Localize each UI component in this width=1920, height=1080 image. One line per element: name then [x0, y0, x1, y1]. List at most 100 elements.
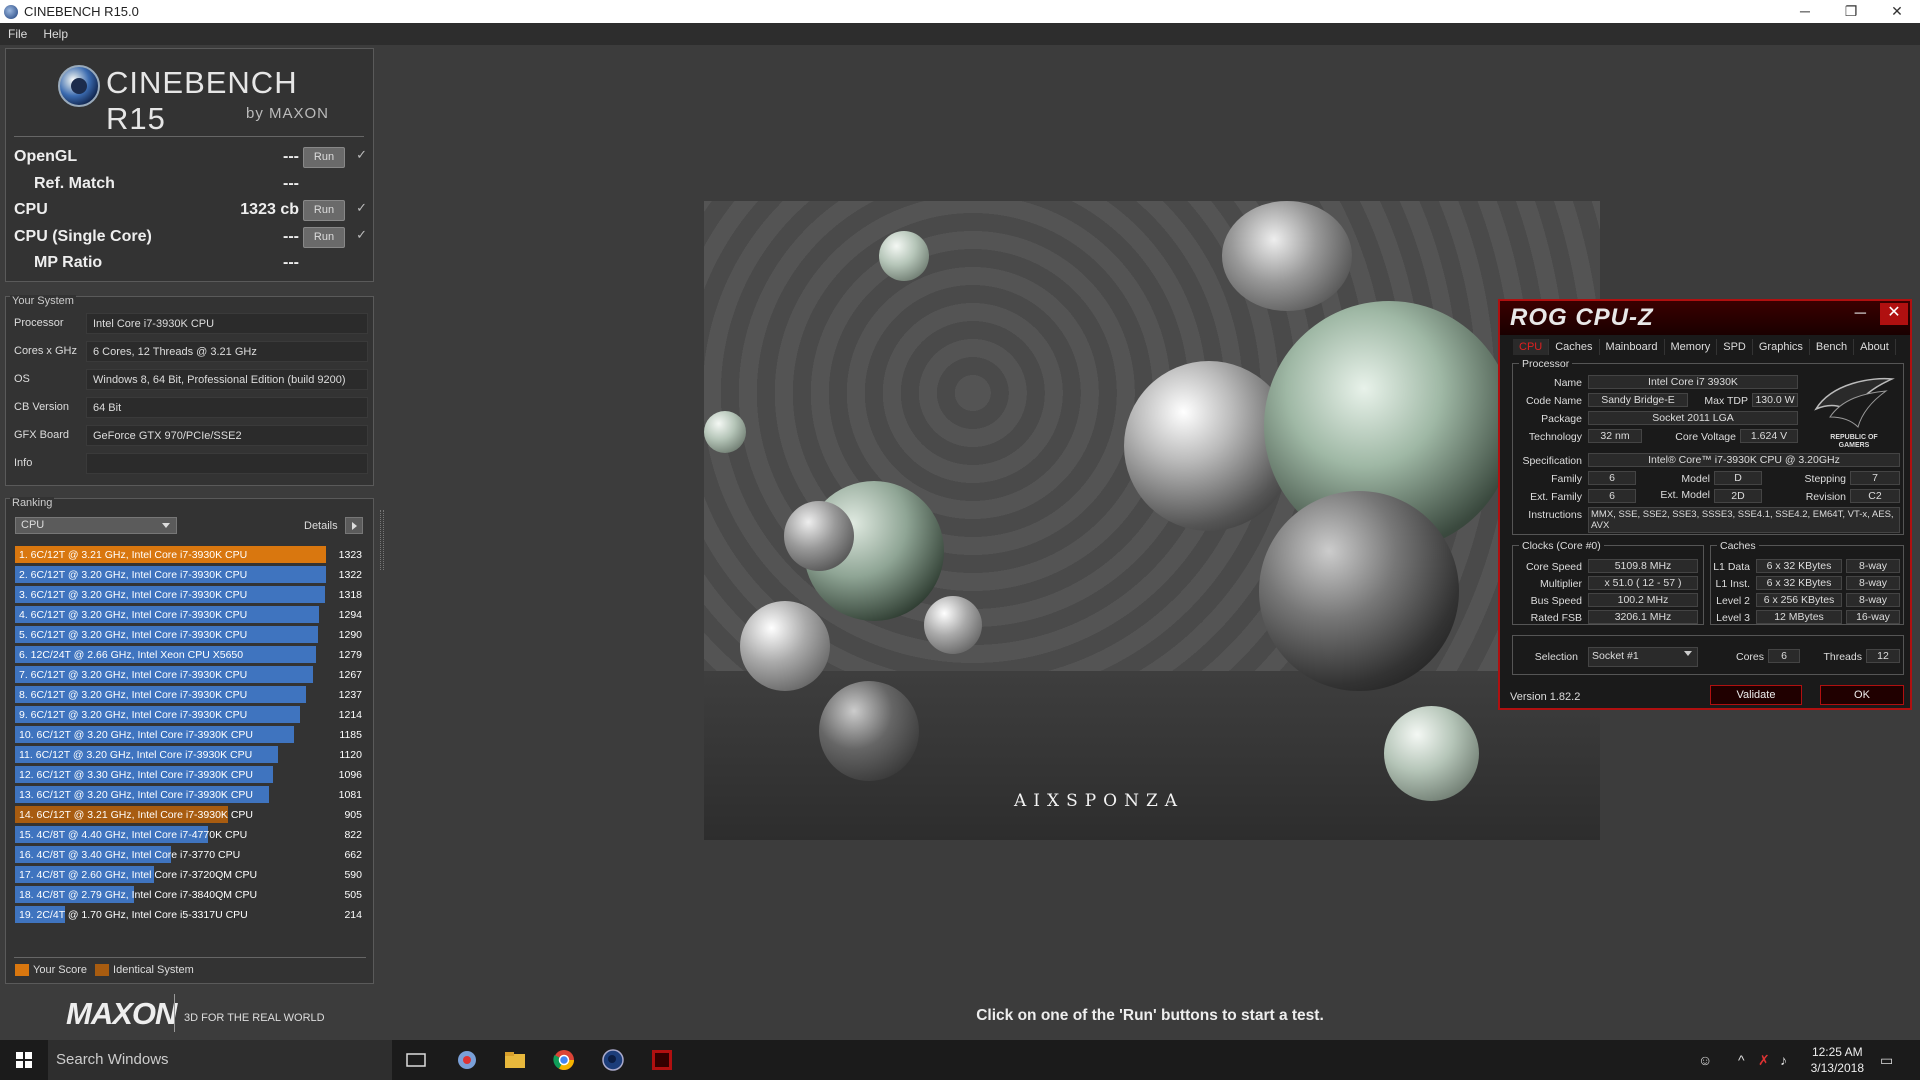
- l1-inst-label: L1 Inst.: [1715, 578, 1750, 590]
- bench-label: MP Ratio: [34, 254, 103, 271]
- ok-button[interactable]: OK: [1820, 685, 1904, 705]
- ornament-sphere-left: [740, 601, 830, 691]
- bench-value: 1323 cb: [240, 201, 299, 218]
- ranking-row[interactable]: 10. 6C/12T @ 3.20 GHz, Intel Core i7-393…: [15, 725, 366, 745]
- rog-cpuz-window: ROG CPU-Z ─ ✕ CPU Caches Mainboard Memor…: [1498, 299, 1912, 710]
- tab-memory[interactable]: Memory: [1665, 339, 1718, 355]
- sys-key: Cores x GHz: [14, 345, 77, 357]
- ranking-row[interactable]: 12. 6C/12T @ 3.30 GHz, Intel Core i7-393…: [15, 765, 366, 785]
- close-button[interactable]: ✕: [1874, 0, 1920, 23]
- rated-fsb-label: Rated FSB: [1530, 612, 1582, 624]
- run-cpu-button[interactable]: Run: [303, 200, 345, 221]
- cpuz-close-button[interactable]: ✕: [1880, 303, 1908, 325]
- info-field[interactable]: [86, 453, 368, 474]
- maximize-button[interactable]: ❐: [1828, 0, 1874, 23]
- checkmark-icon[interactable]: ✓: [356, 227, 367, 243]
- windows-start-icon[interactable]: [0, 1040, 48, 1080]
- ranking-row[interactable]: 11. 6C/12T @ 3.20 GHz, Intel Core i7-393…: [15, 745, 366, 765]
- ranking-row[interactable]: 7. 6C/12T @ 3.20 GHz, Intel Core i7-3930…: [15, 665, 366, 685]
- tab-cpu[interactable]: CPU: [1513, 339, 1550, 355]
- level-3-value: 12 MBytes: [1756, 610, 1842, 624]
- ranking-row[interactable]: 13. 6C/12T @ 3.20 GHz, Intel Core i7-393…: [15, 785, 366, 805]
- volume-icon[interactable]: ♪: [1780, 1052, 1787, 1068]
- taskbar-clock[interactable]: 12:25 AM 3/13/2018: [1811, 1044, 1864, 1076]
- sys-key: CB Version: [14, 401, 70, 413]
- ranking-row[interactable]: 1. 6C/12T @ 3.21 GHz, Intel Core i7-3930…: [15, 545, 366, 565]
- tab-mainboard[interactable]: Mainboard: [1600, 339, 1665, 355]
- ranking-label: 13. 6C/12T @ 3.20 GHz, Intel Core i7-393…: [19, 789, 253, 801]
- status-message: Click on one of the 'Run' buttons to sta…: [976, 1007, 1324, 1024]
- ranking-score: 1323: [338, 549, 362, 561]
- socket-select[interactable]: Socket #1: [1588, 647, 1698, 667]
- ranking-score: 1237: [338, 689, 362, 701]
- chrome-icon[interactable]: [552, 1048, 576, 1072]
- ranking-row[interactable]: 15. 4C/8T @ 4.40 GHz, Intel Core i7-4770…: [15, 825, 366, 845]
- ranking-label: 6. 12C/24T @ 2.66 GHz, Intel Xeon CPU X5…: [19, 649, 244, 661]
- tab-graphics[interactable]: Graphics: [1753, 339, 1810, 355]
- checkmark-icon[interactable]: ✓: [356, 147, 367, 163]
- ranking-row[interactable]: 2. 6C/12T @ 3.20 GHz, Intel Core i7-3930…: [15, 565, 366, 585]
- package-label: Package: [1541, 413, 1582, 425]
- ranking-row[interactable]: 19. 2C/4T @ 1.70 GHz, Intel Core i5-3317…: [15, 905, 366, 925]
- ranking-row[interactable]: 18. 4C/8T @ 2.79 GHz, Intel Core i7-3840…: [15, 885, 366, 905]
- mint-sphere: [1384, 706, 1479, 801]
- people-icon[interactable]: ☺: [1698, 1052, 1712, 1068]
- bench-value: ---: [283, 254, 299, 271]
- cinebench-logo-icon: [58, 65, 100, 107]
- cinebench-taskbar-icon[interactable]: [601, 1048, 625, 1072]
- ranking-row[interactable]: 9. 6C/12T @ 3.20 GHz, Intel Core i7-3930…: [15, 705, 366, 725]
- ranking-row[interactable]: 8. 6C/12T @ 3.20 GHz, Intel Core i7-3930…: [15, 685, 366, 705]
- ranking-label: 7. 6C/12T @ 3.20 GHz, Intel Core i7-3930…: [19, 669, 248, 681]
- voltage-value: 1.624 V: [1740, 429, 1798, 443]
- revision-label: Revision: [1805, 491, 1846, 503]
- cpuz-minimize-button[interactable]: ─: [1855, 305, 1866, 323]
- rog-cpuz-taskbar-icon[interactable]: [650, 1048, 674, 1072]
- cinebench-app-icon: [4, 4, 18, 19]
- svg-text:REPUBLIC OF: REPUBLIC OF: [1830, 434, 1878, 441]
- tab-bench[interactable]: Bench: [1810, 339, 1855, 355]
- sys-value: 6 Cores, 12 Threads @ 3.21 GHz: [86, 341, 368, 362]
- ranking-label: 4. 6C/12T @ 3.20 GHz, Intel Core i7-3930…: [19, 609, 248, 621]
- threads-value: 12: [1866, 649, 1900, 663]
- ranking-row[interactable]: 14. 6C/12T @ 3.21 GHz, Intel Core i7-393…: [15, 805, 366, 825]
- ranking-row[interactable]: 6. 12C/24T @ 2.66 GHz, Intel Xeon CPU X5…: [15, 645, 366, 665]
- task-view-icon[interactable]: [404, 1048, 428, 1072]
- window-titlebar: CINEBENCH R15.0 ─ ❐ ✕: [0, 0, 1920, 23]
- ranking-row[interactable]: 5. 6C/12T @ 3.20 GHz, Intel Core i7-3930…: [15, 625, 366, 645]
- tab-caches[interactable]: Caches: [1549, 339, 1600, 355]
- tab-about[interactable]: About: [1854, 339, 1896, 355]
- network-icon[interactable]: ✗: [1758, 1052, 1770, 1069]
- ranking-row[interactable]: 3. 6C/12T @ 3.20 GHz, Intel Core i7-3930…: [15, 585, 366, 605]
- clock-date: 3/13/2018: [1810, 1061, 1864, 1075]
- minimize-button[interactable]: ─: [1782, 0, 1828, 23]
- menu-help[interactable]: Help: [35, 27, 76, 41]
- tab-spd[interactable]: SPD: [1717, 339, 1753, 355]
- l1-data-value: 6 x 32 KBytes: [1756, 559, 1842, 573]
- ranking-score: 1120: [339, 749, 362, 761]
- level-3-label: Level 3: [1716, 612, 1750, 624]
- ranking-row[interactable]: 16. 4C/8T @ 3.40 GHz, Intel Core i7-3770…: [15, 845, 366, 865]
- ranking-row[interactable]: 4. 6C/12T @ 3.20 GHz, Intel Core i7-3930…: [15, 605, 366, 625]
- details-button[interactable]: [345, 517, 363, 534]
- checkmark-icon[interactable]: ✓: [356, 200, 367, 216]
- notifications-icon[interactable]: ▭: [1880, 1052, 1893, 1069]
- run-cpu-single-button[interactable]: Run: [303, 227, 345, 248]
- run-opengl-button[interactable]: Run: [303, 147, 345, 168]
- file-explorer-icon[interactable]: [503, 1048, 527, 1072]
- chevron-down-icon[interactable]: [1684, 651, 1692, 656]
- panel-resize-handle[interactable]: [380, 510, 384, 570]
- family-label: Family: [1551, 473, 1582, 485]
- menu-file[interactable]: File: [0, 27, 35, 41]
- validate-button[interactable]: Validate: [1710, 685, 1802, 705]
- ranking-row[interactable]: 17. 4C/8T @ 2.60 GHz, Intel Core i7-3720…: [15, 865, 366, 885]
- ranking-label: 5. 6C/12T @ 3.20 GHz, Intel Core i7-3930…: [19, 629, 248, 641]
- group-title: Caches: [1717, 540, 1759, 552]
- chevron-up-icon[interactable]: ^: [1738, 1052, 1745, 1068]
- stepping-label: Stepping: [1804, 473, 1846, 485]
- sys-value: Intel Core i7-3930K CPU: [86, 313, 368, 334]
- ext-family-value: 6: [1588, 489, 1636, 503]
- sys-row-processor: Processor Intel Core i7-3930K CPU: [14, 313, 369, 335]
- cpu-tool-icon[interactable]: [455, 1048, 479, 1072]
- ranking-select[interactable]: CPU: [15, 517, 177, 534]
- taskbar-search-input[interactable]: Search Windows: [48, 1040, 392, 1080]
